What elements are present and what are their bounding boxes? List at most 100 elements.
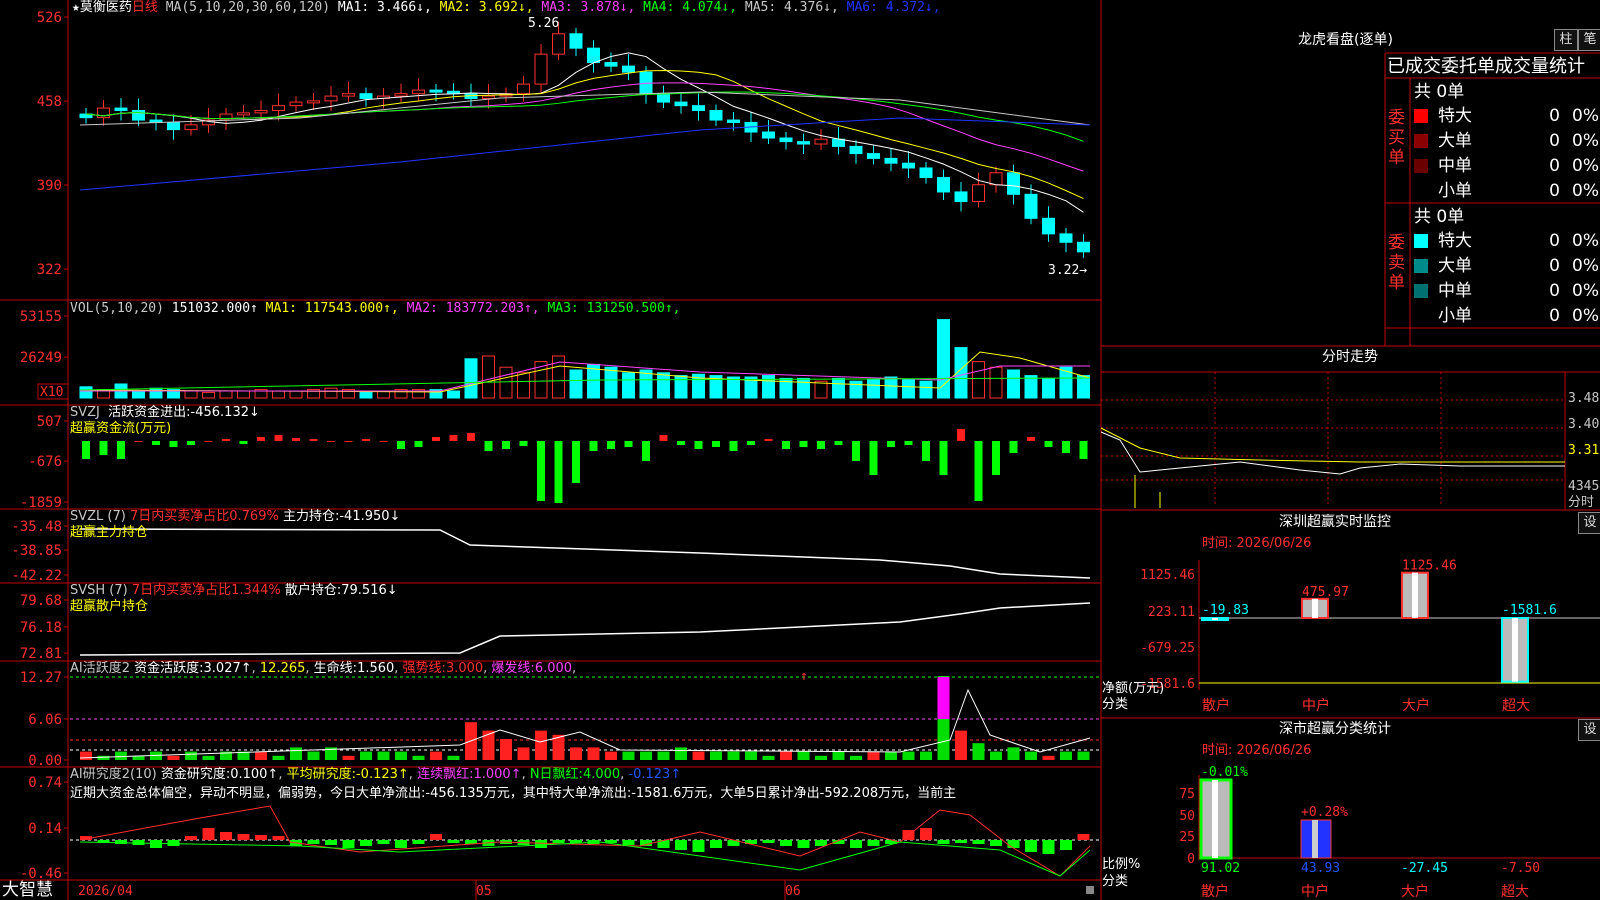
main-chart-canvas[interactable]: 526 458 390 322 53155 26249 507 -676 -1859 -35.48… bbox=[0, 0, 1600, 900]
sell-total: 共 0单 bbox=[1414, 207, 1465, 227]
ma-value-4: MA4: 4.074↓, bbox=[643, 0, 745, 15]
svzj-bar bbox=[99, 441, 108, 455]
volume-bar bbox=[902, 379, 915, 399]
sell-row-name-2: 大单 bbox=[1438, 256, 1472, 276]
candle-body bbox=[674, 101, 688, 107]
volume-bar bbox=[867, 379, 880, 399]
candle-body bbox=[1024, 193, 1038, 219]
volume-bar bbox=[569, 369, 583, 399]
fenshi-y-1: 3.485 bbox=[1568, 391, 1600, 406]
ai-act-label: 资金活跃度: bbox=[134, 661, 204, 676]
sz-bar-value-1: -19.83 bbox=[1202, 603, 1249, 618]
candle-body bbox=[989, 172, 1003, 186]
svzj-bar bbox=[537, 441, 545, 501]
svzj-header: SVZJ 活跃资金进出:-456.132↓ bbox=[70, 405, 260, 421]
candle-body bbox=[797, 141, 810, 145]
ai-act-bar bbox=[955, 730, 967, 760]
ss-y-2: 50 bbox=[1179, 809, 1195, 824]
vol-ma-value-2: MA2: 183772.203↑, bbox=[406, 301, 548, 316]
sell-row-name-3: 中单 bbox=[1438, 281, 1472, 301]
volume-bar bbox=[1059, 366, 1073, 399]
svzj-title: SVZJ bbox=[70, 405, 100, 420]
sell-orders-label: 委卖单 bbox=[1388, 233, 1405, 293]
volume-bar bbox=[797, 377, 810, 399]
period-label[interactable]: 日线 bbox=[132, 0, 158, 15]
ai-act-burst-v: 6.000 bbox=[534, 661, 573, 676]
ai-res-summary: 近期大资金总体偏空，异动不明显，偏弱势，今日大单净流出:-456.135万元，其… bbox=[70, 786, 957, 801]
sell-row-name-4: 小单 bbox=[1438, 306, 1472, 326]
ai-act-bar bbox=[657, 751, 670, 760]
ai-res-bar bbox=[447, 840, 460, 843]
sell-row-count-1: 0 bbox=[1549, 231, 1560, 251]
ss-settings-button[interactable]: 设 bbox=[1578, 719, 1600, 741]
ai-res-bar bbox=[815, 840, 827, 846]
ai-act-bar bbox=[535, 730, 547, 760]
candle-body bbox=[429, 89, 443, 93]
volume-bar bbox=[219, 390, 233, 399]
ai-res-bar bbox=[762, 840, 775, 843]
candles bbox=[79, 21, 1090, 258]
volume-bar bbox=[79, 386, 93, 399]
ai-res-bar bbox=[797, 840, 810, 848]
volume-bar bbox=[237, 390, 250, 399]
svzj-bar bbox=[904, 441, 913, 445]
ai-act-arrow: ↑ bbox=[800, 669, 808, 684]
ai-res-bar bbox=[972, 840, 985, 844]
ai-act-bar bbox=[675, 747, 687, 760]
ss-unit: 比例% bbox=[1102, 857, 1141, 872]
buy-row-count-2: 0 bbox=[1549, 131, 1560, 151]
volume-bar bbox=[272, 390, 285, 399]
buy-total: 共 0单 bbox=[1414, 82, 1465, 102]
star-icon[interactable]: ★ bbox=[72, 0, 80, 15]
ss-y-4: 0 bbox=[1187, 852, 1195, 867]
tick-mode-button[interactable]: 笔 bbox=[1578, 29, 1600, 51]
ai-act-yaxis-3: 0.00 bbox=[28, 753, 62, 769]
ai-res-bar bbox=[692, 840, 705, 852]
ss-top-value-1: -0.01% bbox=[1201, 765, 1248, 780]
ai-act-bar bbox=[780, 751, 792, 760]
ai-act-bar bbox=[815, 755, 827, 760]
ai-res-yaxis-1: 0.74 bbox=[28, 775, 62, 791]
volume-bar bbox=[674, 375, 688, 399]
ai-act-bar bbox=[587, 747, 600, 760]
candle-body bbox=[657, 93, 670, 103]
ai-res-red: 连续飘红: bbox=[417, 767, 474, 782]
svzj-bar bbox=[659, 435, 668, 441]
sz-settings-button[interactable]: 设 bbox=[1578, 512, 1600, 534]
lock-icon[interactable] bbox=[1086, 886, 1094, 894]
sz-time: 时间: 2026/06/26 bbox=[1202, 536, 1312, 551]
ai-res-bar bbox=[552, 840, 565, 843]
candle-body bbox=[534, 53, 548, 85]
svzl-yaxis-1: -35.48 bbox=[11, 519, 62, 535]
ai-act-bar bbox=[377, 751, 390, 760]
sz-monitor-title: 深圳超赢实时监控 bbox=[1279, 514, 1391, 530]
sell-swatch-2 bbox=[1414, 259, 1428, 273]
volume-bar bbox=[517, 372, 530, 399]
svzj-bar bbox=[362, 439, 370, 441]
volume-bar bbox=[727, 376, 740, 399]
candle-body bbox=[902, 162, 915, 169]
ai-res-bar bbox=[622, 840, 635, 845]
ai-res-bar bbox=[360, 840, 372, 846]
ss-top-value-2: +0.28% bbox=[1301, 805, 1348, 820]
svzj-bar bbox=[432, 437, 440, 441]
ai-res-bar bbox=[307, 840, 320, 844]
candle-body bbox=[132, 109, 145, 121]
candle-body bbox=[604, 62, 618, 67]
svzj-bar bbox=[957, 429, 965, 441]
ai-res-bar bbox=[395, 840, 407, 848]
svzl-title: SVZL (7) bbox=[70, 509, 126, 524]
bar-mode-button[interactable]: 柱 bbox=[1554, 29, 1578, 51]
ai-res-bar bbox=[1077, 834, 1090, 840]
vol-title: VOL(5,10,20) bbox=[70, 301, 164, 316]
ai-res-bar bbox=[1060, 840, 1072, 850]
candle-body bbox=[412, 89, 425, 95]
ai-res-bar bbox=[990, 840, 1002, 846]
svzl-line bbox=[79, 528, 1091, 579]
sz-y-2: 223.11 bbox=[1148, 605, 1195, 620]
candle-body bbox=[359, 93, 373, 99]
ss-cat-1: 散户 bbox=[1201, 883, 1229, 900]
svzj-bar bbox=[554, 441, 563, 503]
ai-act-bar bbox=[692, 751, 705, 760]
candle-body bbox=[692, 105, 705, 111]
